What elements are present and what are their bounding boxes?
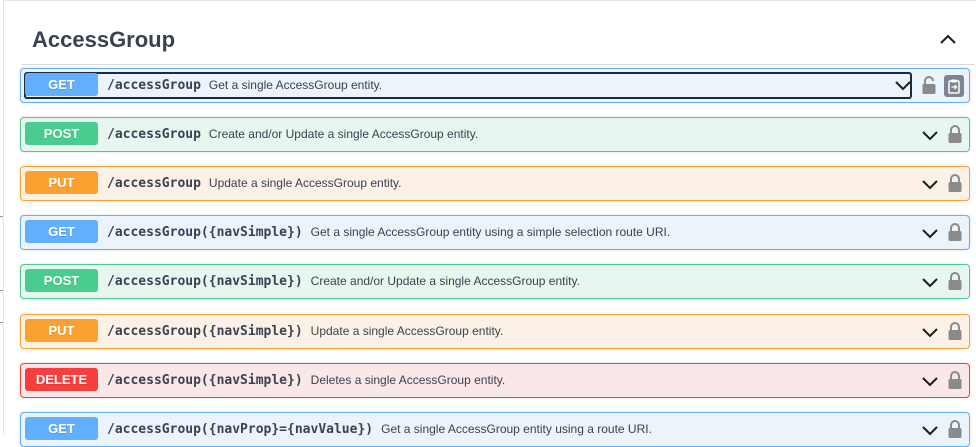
opblock-get-accessgroup-navsimple[interactable]: GET /accessGroup({navSimple}) Get a sing… xyxy=(20,215,970,250)
endpoint-summary: Deletes a single AccessGroup entity. xyxy=(310,373,506,387)
endpoint-path: /accessGroup({navSimple}) xyxy=(107,324,303,339)
method-badge: GET xyxy=(25,417,98,440)
edge-mark xyxy=(0,216,3,217)
lock-icon[interactable] xyxy=(921,76,937,95)
opblock-put-accessgroup-navsimple[interactable]: PUT /accessGroup({navSimple}) Update a s… xyxy=(20,314,970,349)
endpoint-summary: Update a single AccessGroup entity. xyxy=(310,324,504,338)
method-badge: POST xyxy=(25,122,98,145)
endpoint-summary: Create and/or Update a single AccessGrou… xyxy=(310,274,580,288)
chevron-down-icon[interactable] xyxy=(921,324,939,340)
edge-mark xyxy=(0,322,3,323)
endpoint-summary: Get a single AccessGroup entity. xyxy=(208,78,383,92)
method-badge: DELETE xyxy=(25,368,98,391)
chevron-down-icon[interactable] xyxy=(894,77,912,93)
endpoint-path: /accessGroup({navSimple}) xyxy=(107,373,303,388)
chevron-down-icon[interactable] xyxy=(921,176,939,192)
section-header-accessgroup[interactable]: AccessGroup xyxy=(22,21,974,65)
method-badge: GET xyxy=(25,220,98,243)
endpoint-path: /accessGroup xyxy=(107,127,201,142)
endpoint-path: /accessGroup xyxy=(107,78,201,93)
opblock-delete-accessgroup-navsimple[interactable]: DELETE /accessGroup({navSimple}) Deletes… xyxy=(20,363,970,398)
method-badge: GET xyxy=(25,73,98,96)
lock-icon[interactable] xyxy=(947,322,963,341)
chevron-up-icon[interactable] xyxy=(936,27,960,51)
method-badge: PUT xyxy=(25,171,98,194)
copy-to-clipboard-icon[interactable] xyxy=(944,75,964,97)
chevron-down-icon[interactable] xyxy=(921,127,939,143)
opblock-post-accessgroup[interactable]: POST /accessGroup Create and/or Update a… xyxy=(20,117,970,152)
lock-icon[interactable] xyxy=(947,125,963,144)
lock-icon[interactable] xyxy=(947,371,963,390)
method-badge: POST xyxy=(25,269,98,292)
opblock-get-accessgroup-navprop[interactable]: GET /accessGroup({navProp}={navValue}) G… xyxy=(20,412,970,447)
chevron-down-icon[interactable] xyxy=(921,225,939,241)
lock-icon[interactable] xyxy=(947,420,963,439)
endpoint-path: /accessGroup({navSimple}) xyxy=(107,274,303,289)
section-title: AccessGroup xyxy=(32,27,176,52)
endpoint-path: /accessGroup({navSimple}) xyxy=(107,225,303,240)
endpoint-path: /accessGroup({navProp}={navValue}) xyxy=(107,422,374,437)
chevron-down-icon[interactable] xyxy=(921,373,939,389)
endpoint-summary: Get a single AccessGroup entity using a … xyxy=(310,225,671,239)
endpoint-summary: Update a single AccessGroup entity. xyxy=(208,176,402,190)
chevron-down-icon[interactable] xyxy=(921,422,939,438)
method-badge: PUT xyxy=(25,319,98,342)
edge-mark xyxy=(0,290,3,291)
lock-icon[interactable] xyxy=(947,223,963,242)
lock-icon[interactable] xyxy=(947,174,963,193)
opblock-put-accessgroup[interactable]: PUT /accessGroup Update a single AccessG… xyxy=(20,166,970,201)
opblock-post-accessgroup-navsimple[interactable]: POST /accessGroup({navSimple}) Create an… xyxy=(20,264,970,299)
endpoint-path: /accessGroup xyxy=(107,176,201,191)
lock-icon[interactable] xyxy=(947,272,963,291)
endpoint-summary: Create and/or Update a single AccessGrou… xyxy=(208,127,479,141)
chevron-down-icon[interactable] xyxy=(921,274,939,290)
opblock-get-accessgroup[interactable]: GET /accessGroup Get a single AccessGrou… xyxy=(20,68,970,103)
